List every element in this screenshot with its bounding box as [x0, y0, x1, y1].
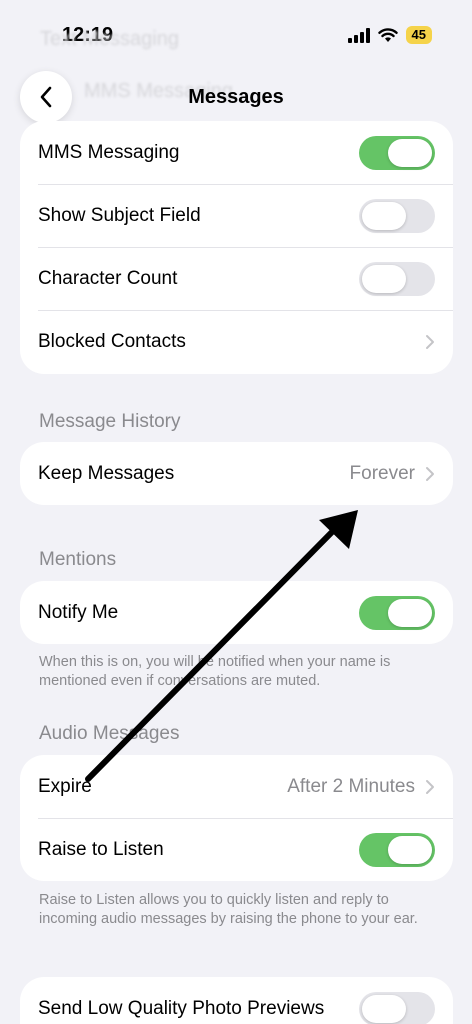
keep-messages-label: Keep Messages: [38, 462, 175, 484]
page-title: Messages: [188, 86, 284, 108]
photo-previews-group: Send Low Quality Photo Previews: [20, 977, 453, 1024]
send-low-quality-photo-previews-label: Send Low Quality Photo Previews: [38, 997, 325, 1019]
keep-messages-value: Forever: [349, 462, 415, 484]
wifi-icon: [377, 27, 398, 42]
mentions-group: Notify Me: [20, 581, 453, 644]
notify-me-label: Notify Me: [38, 601, 119, 623]
blocked-contacts-row[interactable]: Blocked Contacts: [20, 310, 453, 373]
raise-to-listen-toggle[interactable]: [359, 832, 435, 867]
character-count-toggle[interactable]: [359, 261, 435, 296]
expire-row[interactable]: Expire After 2 Minutes: [20, 755, 453, 818]
send-low-quality-photo-previews-row[interactable]: Send Low Quality Photo Previews: [20, 977, 453, 1024]
chevron-right-icon: [426, 334, 434, 349]
expire-label: Expire: [38, 775, 92, 797]
character-count-label: Character Count: [38, 267, 178, 289]
character-count-row[interactable]: Character Count: [20, 247, 453, 310]
section-header-mentions: Mentions: [39, 549, 117, 570]
chevron-right-icon: [426, 466, 434, 481]
audio-messages-group: Expire After 2 Minutes Raise to Listen: [20, 755, 453, 881]
message-history-group: Keep Messages Forever: [20, 442, 453, 505]
battery-indicator: 45: [405, 26, 432, 44]
blocked-contacts-label: Blocked Contacts: [38, 330, 186, 352]
mms-messaging-toggle[interactable]: [359, 135, 435, 170]
section-header-audio-messages: Audio Messages: [39, 723, 180, 744]
ghost-row-text-messaging: Text Messaging: [40, 28, 179, 50]
show-subject-field-row[interactable]: Show Subject Field: [20, 184, 453, 247]
notify-me-row[interactable]: Notify Me: [20, 581, 453, 644]
mentions-footnote: When this is on, you will be notified wh…: [39, 654, 391, 689]
audio-messages-footnote: Raise to Listen allows you to quickly li…: [39, 892, 418, 927]
cellular-signal-icon: [347, 27, 370, 43]
messaging-options-group: MMS Messaging Show Subject Field Charact…: [20, 121, 453, 374]
show-subject-field-toggle[interactable]: [359, 198, 435, 233]
raise-to-listen-row[interactable]: Raise to Listen: [20, 818, 453, 881]
chevron-right-icon: [426, 779, 434, 794]
raise-to-listen-label: Raise to Listen: [38, 838, 164, 860]
show-subject-field-label: Show Subject Field: [38, 204, 201, 226]
mms-messaging-label: MMS Messaging: [38, 141, 180, 163]
send-low-quality-photo-previews-toggle[interactable]: [359, 991, 435, 1024]
section-header-message-history: Message History: [39, 411, 181, 432]
mms-messaging-row[interactable]: MMS Messaging: [20, 121, 453, 184]
notify-me-toggle[interactable]: [359, 595, 435, 630]
expire-value: After 2 Minutes: [287, 775, 415, 797]
status-icons: 45: [347, 26, 432, 44]
keep-messages-row[interactable]: Keep Messages Forever: [20, 442, 453, 505]
